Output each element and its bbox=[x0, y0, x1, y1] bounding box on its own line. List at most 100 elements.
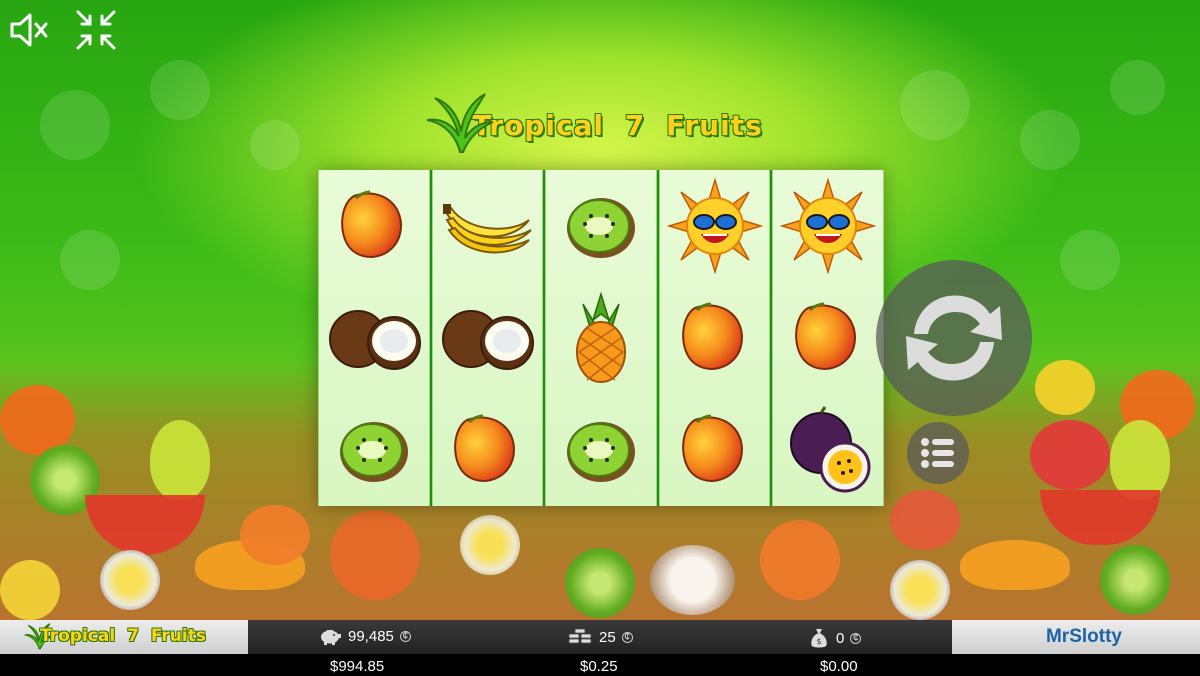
bg-lemon bbox=[1035, 360, 1095, 415]
coconut-symbol bbox=[324, 288, 424, 388]
sun-symbol bbox=[778, 176, 878, 276]
bg-kiwi bbox=[565, 548, 635, 618]
coconut-symbol bbox=[437, 288, 537, 388]
bg-apple bbox=[1030, 420, 1110, 490]
win-coins-value: 0 bbox=[836, 629, 845, 647]
bet-money-value: $0.25 bbox=[580, 658, 618, 675]
banana-symbol bbox=[437, 176, 537, 276]
menu-button[interactable] bbox=[907, 422, 969, 484]
game-logo: Tropical 7 Fruits bbox=[415, 92, 790, 158]
bg-orange bbox=[240, 505, 310, 565]
bottom-logo-word-tropical: Tropical bbox=[40, 626, 116, 646]
coconut-icon bbox=[442, 310, 535, 370]
mango-icon bbox=[340, 190, 402, 258]
reel-1 bbox=[318, 170, 430, 506]
sun-symbol bbox=[665, 176, 765, 276]
coconut-icon bbox=[328, 310, 421, 370]
bottom-game-logo: Tropical 7 Fruits bbox=[40, 626, 206, 646]
reel-3 bbox=[545, 170, 657, 506]
coin-icon: ¢ bbox=[621, 631, 633, 643]
title-number: 7 bbox=[624, 108, 646, 142]
kiwi-icon bbox=[566, 198, 635, 258]
bg-guava bbox=[890, 490, 960, 550]
bottom-logo-number: 7 bbox=[127, 626, 139, 646]
reel-4 bbox=[658, 170, 771, 506]
speaker-muted-icon bbox=[10, 13, 48, 47]
bg-orange bbox=[760, 520, 840, 600]
sun-icon bbox=[666, 178, 763, 274]
spin-arrows-icon bbox=[906, 295, 1002, 381]
game-title: Tropical 7 Fruits bbox=[472, 109, 763, 142]
bottom-logo-panel: Tropical 7 Fruits bbox=[0, 620, 248, 654]
mango-symbol bbox=[778, 288, 878, 388]
bg-pear bbox=[150, 420, 210, 500]
win-money-value: $0.00 bbox=[820, 658, 858, 675]
kiwi-icon bbox=[339, 422, 408, 482]
brand-prefix: Mr bbox=[1045, 626, 1070, 647]
reel-2 bbox=[431, 170, 544, 506]
coin-icon: ¢ bbox=[850, 632, 862, 644]
bg-coconut bbox=[650, 545, 735, 615]
mango-symbol bbox=[665, 400, 765, 500]
coin-stack-icon bbox=[568, 628, 592, 644]
piggy-bank-icon bbox=[321, 630, 341, 645]
mango-icon bbox=[681, 414, 743, 482]
mango-symbol bbox=[324, 176, 424, 276]
passion-fruit-icon bbox=[790, 406, 871, 493]
bokeh-decor bbox=[1110, 60, 1165, 115]
mango-icon bbox=[454, 414, 516, 482]
svg-text:$: $ bbox=[816, 637, 821, 646]
bet-coins-value: 25 bbox=[599, 628, 616, 646]
spin-button[interactable] bbox=[876, 260, 1032, 416]
bg-kiwi bbox=[1100, 545, 1170, 615]
reel-5 bbox=[772, 170, 884, 506]
bottom-logo-word-fruits: Fruits bbox=[150, 626, 206, 646]
bg-lemon bbox=[0, 560, 60, 620]
bg-passion-fruit bbox=[100, 550, 160, 610]
bokeh-decor bbox=[900, 70, 970, 140]
bet-display[interactable]: 25 ¢ bbox=[567, 627, 633, 647]
top-controls bbox=[8, 8, 118, 52]
coin-icon: ¢ bbox=[399, 630, 411, 642]
brand-suffix: Slotty bbox=[1069, 626, 1122, 647]
bg-passion-fruit bbox=[460, 515, 520, 575]
bg-pear bbox=[1110, 420, 1170, 500]
bg-papaya bbox=[960, 540, 1070, 590]
balance-money-value: $994.85 bbox=[330, 658, 385, 675]
title-word-fruits: Fruits bbox=[666, 108, 763, 142]
sun-icon bbox=[780, 178, 877, 274]
bokeh-decor bbox=[60, 230, 120, 290]
mango-symbol bbox=[665, 288, 765, 388]
bg-fruit bbox=[330, 510, 420, 600]
exit-fullscreen-icon bbox=[76, 10, 116, 50]
win-display: $ 0 ¢ bbox=[808, 627, 862, 649]
banana-icon bbox=[443, 204, 533, 254]
mango-icon bbox=[681, 302, 743, 370]
menu-list-icon bbox=[921, 438, 954, 468]
kiwi-icon bbox=[566, 422, 635, 482]
kiwi-symbol bbox=[324, 400, 424, 500]
palm-leaf-icon bbox=[426, 93, 494, 153]
mango-icon bbox=[795, 302, 857, 370]
mango-symbol bbox=[437, 400, 537, 500]
brand-panel: MrSlotty bbox=[952, 620, 1200, 654]
fullscreen-button[interactable] bbox=[74, 8, 118, 52]
bokeh-decor bbox=[150, 60, 210, 120]
mute-button[interactable] bbox=[8, 8, 52, 52]
passion-fruit-symbol bbox=[778, 400, 878, 500]
balance-coins-value: 99,485 bbox=[348, 627, 394, 645]
bg-passion-fruit bbox=[890, 560, 950, 620]
pineapple-symbol bbox=[551, 288, 651, 388]
money-bag-icon: $ bbox=[811, 629, 827, 648]
balance-display: 99,485 ¢ bbox=[318, 627, 411, 645]
bottom-bar: Tropical 7 Fruits 99,485 ¢ $994.85 25 ¢ … bbox=[0, 620, 1200, 676]
kiwi-symbol bbox=[551, 400, 651, 500]
bokeh-decor bbox=[250, 120, 300, 170]
kiwi-symbol bbox=[551, 176, 651, 276]
pineapple-icon bbox=[575, 291, 626, 383]
bokeh-decor bbox=[1060, 230, 1120, 290]
bokeh-decor bbox=[1020, 110, 1080, 170]
reel-grid bbox=[318, 170, 884, 506]
brand-logo: MrSlotty bbox=[1046, 626, 1122, 648]
bokeh-decor bbox=[40, 90, 110, 160]
